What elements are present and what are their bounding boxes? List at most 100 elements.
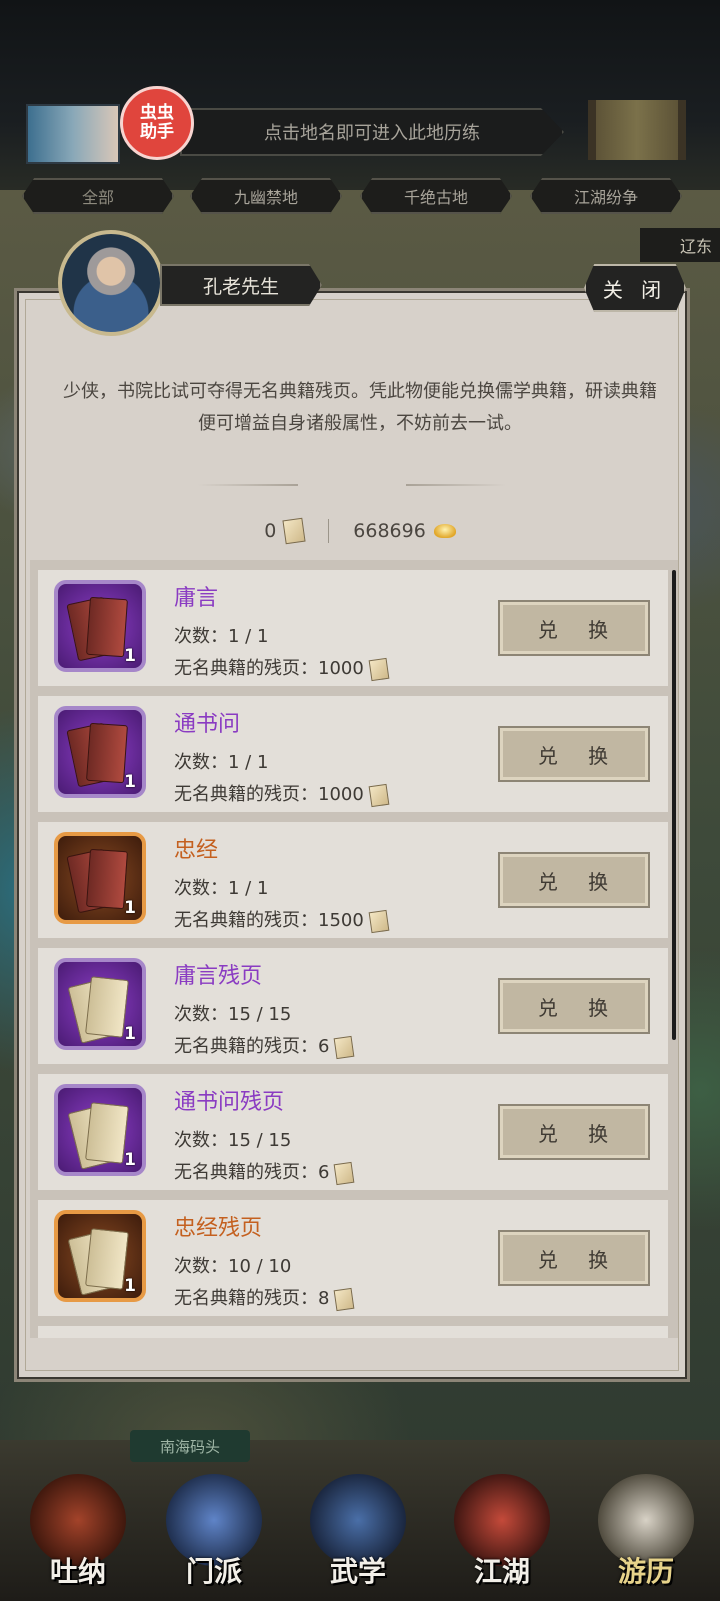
page-fragment-icon	[334, 1161, 355, 1185]
item-cost-text: 无名典籍的残页：1000	[174, 658, 364, 679]
item-quantity: 1	[124, 1150, 136, 1170]
item-title: 通书问	[174, 712, 241, 737]
page-fragment-icon	[334, 1035, 355, 1059]
item-cost: 无名典籍的残页：1500	[174, 906, 390, 933]
nav-menpai[interactable]: 门派	[152, 1466, 276, 1596]
paper-icon	[85, 1102, 129, 1164]
exchange-button[interactable]: 兑 换	[498, 1104, 650, 1160]
exchange-item: 1 通书问 次数：1 / 1 无名典籍的残页：1000 兑 换	[38, 696, 668, 812]
item-title: 庸言残页	[174, 964, 263, 989]
npc-avatar	[58, 230, 164, 336]
helper-badge-text: 虫虫 助手	[140, 103, 174, 142]
npc-name: 孔老先生	[202, 275, 279, 298]
item-quantity: 1	[124, 772, 136, 792]
book-icon	[86, 722, 128, 784]
search-hint-bar[interactable]: 点击地名即可进入此地历练	[180, 108, 564, 156]
exchange-button[interactable]: 兑 换	[498, 726, 650, 782]
map-location-liaodong[interactable]: 辽东	[640, 228, 720, 262]
page-fragment-icon	[368, 909, 390, 933]
item-count: 次数：15 / 15	[174, 1004, 292, 1025]
exchange-button[interactable]: 兑 换	[498, 978, 650, 1034]
nav-youli-label: 游历	[617, 1555, 674, 1588]
helper-badge[interactable]: 虫虫 助手	[120, 86, 194, 160]
nav-wuxue[interactable]: 武学	[296, 1466, 420, 1596]
item-count: 次数：1 / 1	[174, 878, 269, 899]
item-cost-text: 无名典籍的残页：6	[174, 1036, 330, 1057]
exchange-item: 1 忠经 次数：1 / 1 无名典籍的残页：1500 兑 换	[38, 822, 668, 938]
exchange-button-label: 兑 换	[537, 1247, 621, 1272]
item-count: 次数：1 / 1	[174, 626, 269, 647]
nav-youli[interactable]: 游历	[584, 1466, 708, 1596]
map-scroll-icon[interactable]	[588, 100, 686, 160]
exchange-list[interactable]: 1 庸言 次数：1 / 1 无名典籍的残页：1000 兑 换 1 通书问 次数：…	[30, 560, 678, 1338]
item-icon-frame[interactable]: 1	[54, 1210, 146, 1302]
exchange-button[interactable]: 兑 换	[498, 1230, 650, 1286]
item-title: 通书问残页	[174, 1090, 285, 1115]
divider-left	[198, 484, 298, 486]
page-fragment-icon	[368, 783, 390, 807]
exchange-button-label: 兑 换	[537, 1121, 621, 1146]
page-fragment-icon	[282, 517, 306, 545]
list-scrollbar[interactable]	[672, 570, 676, 1040]
search-hint-text: 点击地名即可进入此地历练	[264, 123, 480, 144]
exchange-item: 1 通书问残页 次数：15 / 15 无名典籍的残页：6 兑 换	[38, 1074, 668, 1190]
item-title: 庸言	[174, 586, 219, 611]
nav-wuxue-label: 武学	[329, 1555, 386, 1588]
exchange-button-label: 兑 换	[537, 617, 621, 642]
item-cost-text: 无名典籍的残页：1500	[174, 910, 364, 931]
page-fragment-icon	[368, 657, 390, 681]
map-location-nanhai-text: 南海码头	[159, 1437, 220, 1456]
map-location-nanhai[interactable]: 南海码头	[130, 1430, 250, 1462]
exchange-button-label: 兑 换	[537, 869, 621, 894]
item-icon-frame[interactable]: 1	[54, 832, 146, 924]
tab-jianghu[interactable]: 江湖纷争	[530, 178, 682, 214]
item-quantity: 1	[124, 646, 136, 666]
item-icon-frame[interactable]: 1	[54, 580, 146, 672]
pages-owned: 0	[264, 520, 277, 542]
item-cost: 无名典籍的残页：1000	[174, 780, 390, 807]
gold-owned: 668696	[353, 520, 426, 542]
exchange-item: 1 忠经残页 次数：10 / 10 无名典籍的残页：8 兑 换	[38, 1200, 668, 1316]
tab-all[interactable]: 全部	[22, 178, 174, 214]
item-icon-frame[interactable]: 1	[54, 1084, 146, 1176]
item-quantity: 1	[124, 898, 136, 918]
item-cost: 无名典籍的残页：8	[174, 1284, 355, 1311]
tab-qianjue-label: 千绝古地	[403, 188, 468, 207]
currency-separator	[328, 519, 330, 543]
item-icon-frame[interactable]: 1	[54, 706, 146, 798]
item-count: 次数：15 / 15	[174, 1130, 292, 1151]
book-icon	[86, 848, 128, 910]
page-fragment-icon	[334, 1287, 355, 1311]
item-count: 次数：1 / 1	[174, 752, 269, 773]
item-title: 忠经	[174, 838, 219, 863]
paper-icon	[85, 976, 129, 1038]
item-icon-frame[interactable]: 1	[54, 958, 146, 1050]
item-cost-text: 无名典籍的残页：1000	[174, 784, 364, 805]
painting-scroll-icon[interactable]	[26, 104, 120, 164]
nav-tuna-label: 吐纳	[49, 1555, 106, 1588]
exchange-button-label: 兑 换	[537, 743, 621, 768]
nav-jianghu-label: 江湖	[473, 1555, 530, 1588]
exchange-button[interactable]: 兑 换	[498, 852, 650, 908]
exchange-button[interactable]: 兑 换	[498, 600, 650, 656]
item-cost: 无名典籍的残页：6	[174, 1158, 355, 1185]
item-quantity: 1	[124, 1276, 136, 1296]
tab-jiuyou[interactable]: 九幽禁地	[190, 178, 342, 214]
npc-name-plate: 孔老先生	[160, 264, 322, 306]
nav-menpai-label: 门派	[185, 1555, 242, 1588]
item-cost: 无名典籍的残页：1000	[174, 654, 390, 681]
item-title: 忠经残页	[174, 1216, 263, 1241]
item-quantity: 1	[124, 1024, 136, 1044]
tab-jiuyou-label: 九幽禁地	[233, 188, 298, 207]
close-button[interactable]: 关 闭	[584, 264, 686, 312]
map-location-liaodong-text: 辽东	[680, 237, 713, 256]
gold-ingot-icon	[433, 524, 456, 538]
exchange-button-label: 兑 换	[537, 995, 621, 1020]
book-icon	[86, 596, 128, 658]
exchange-item-partial	[38, 1326, 668, 1338]
nav-tuna[interactable]: 吐纳	[16, 1466, 140, 1596]
exchange-item: 1 庸言残页 次数：15 / 15 无名典籍的残页：6 兑 换	[38, 948, 668, 1064]
tab-qianjue[interactable]: 千绝古地	[360, 178, 512, 214]
item-cost-text: 无名典籍的残页：8	[174, 1288, 330, 1309]
nav-jianghu[interactable]: 江湖	[440, 1466, 564, 1596]
